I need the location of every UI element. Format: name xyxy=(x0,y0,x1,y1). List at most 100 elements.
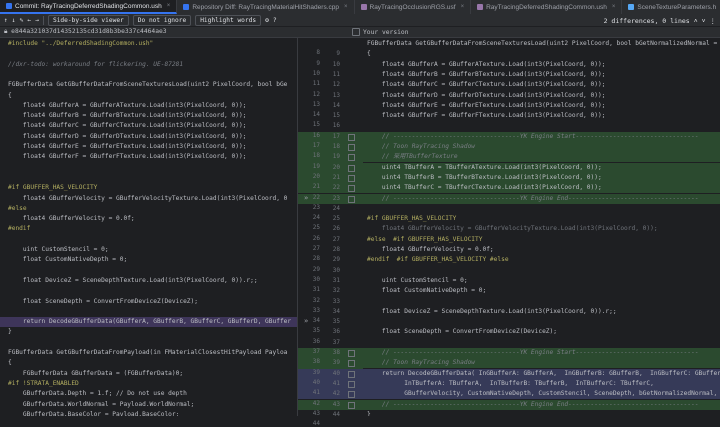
code-text: { xyxy=(8,359,12,367)
right-line-number: 31 xyxy=(332,276,340,284)
left-line-number: 27 xyxy=(312,245,320,252)
code-text: { xyxy=(8,91,12,99)
viewer-dropdown[interactable]: Side-by-side viewer xyxy=(47,14,129,26)
tab-0[interactable]: Commit: RayTracingDeferredShadingCommon.… xyxy=(0,0,178,14)
accept-change-checkbox[interactable] xyxy=(348,164,355,172)
code-line: float4 GBufferVelocity = GBufferVelocity… xyxy=(363,224,720,234)
code-text: FGBufferData GetGBufferDataFromPayload(i… xyxy=(8,349,288,356)
code-line: float4 GBufferA = GBufferATexture.Load(i… xyxy=(363,60,720,70)
accept-change-checkbox[interactable] xyxy=(348,391,355,399)
accept-checkbox[interactable] xyxy=(352,28,360,36)
code-line: float4 GBufferD = GBufferDTexture.Load(i… xyxy=(0,132,297,142)
right-code-pane[interactable]: FGBufferData GetGBufferDataFromSceneText… xyxy=(363,38,720,416)
code-text: float4 GBufferC = GBufferCTexture.Load(i… xyxy=(8,122,247,130)
accept-change-checkbox[interactable] xyxy=(348,350,355,357)
tab-label: Repository Diff: RayTracingMaterialHitSh… xyxy=(192,3,339,11)
chevron-up-icon[interactable]: ˄ xyxy=(694,17,698,25)
code-line: float CustomNativeDepth = 0; xyxy=(0,255,297,265)
edit-icon[interactable]: ✎ xyxy=(20,17,24,24)
accept-change-checkbox[interactable] xyxy=(348,360,355,368)
left-line-number: 8 xyxy=(316,49,320,57)
left-revision-hash: 🔒︎ e844a321037d14352135cd31d8b3be337c446… xyxy=(4,28,167,35)
up-arrow-icon[interactable]: ↑ xyxy=(4,17,8,24)
right-line-number: 12 xyxy=(332,81,340,89)
code-line: #endif xyxy=(0,224,297,234)
code-line: // Toon RayTracing Shadow xyxy=(363,358,720,369)
right-line-number: 10 xyxy=(332,60,340,68)
help-icon[interactable]: ? xyxy=(273,17,277,24)
tab-1[interactable]: Repository Diff: RayTracingMaterialHitSh… xyxy=(177,0,355,14)
accept-change-checkbox[interactable] xyxy=(348,380,355,388)
code-line: float SceneDepth = ConvertFromDeviceZ(De… xyxy=(363,327,720,337)
code-text: GBufferVelocity, CustomNativeDepth, Cust… xyxy=(367,390,720,398)
down-arrow-icon[interactable]: ↓ xyxy=(12,17,16,24)
left-line-number: 9 xyxy=(316,59,320,67)
accept-change-checkbox[interactable] xyxy=(348,370,355,378)
code-text: #else xyxy=(8,204,27,212)
tab-label: RayTracingOcclusionRGS.usf xyxy=(369,3,456,11)
code-text: float4 GBufferA = GBufferATexture.Load(i… xyxy=(367,60,606,68)
right-line-number: 17 xyxy=(332,132,340,140)
left-line-number: 20 xyxy=(312,172,320,180)
code-line: uint4 TBufferB = TBufferBTexture.Load(in… xyxy=(363,172,720,183)
code-text: #if !STRATA_ENABLED xyxy=(8,379,79,387)
apply-change-arrow-icon[interactable]: » xyxy=(304,317,308,325)
code-text: // Toon RayTracing Shadow xyxy=(367,359,476,367)
tab-3[interactable]: RayTracingDeferredShadingCommon.ush × xyxy=(471,0,623,14)
code-line: FGBufferData GetGBufferDataFromSceneText… xyxy=(363,39,720,49)
left-code-pane[interactable]: #include "../DeferredShadingCommon.ush" /… xyxy=(0,38,297,416)
forward-arrow-icon[interactable]: → xyxy=(35,17,39,24)
close-icon[interactable]: × xyxy=(344,4,348,10)
diff-gutter: 8 9 10 11 12 13 14 15 16 17 18 19 20 21 22 23 24 25 26 27 28… xyxy=(297,38,364,427)
code-text: float4 GBufferF = GBufferFTexture.Load(i… xyxy=(8,153,247,161)
close-icon[interactable]: × xyxy=(461,4,465,10)
accept-change-checkbox[interactable] xyxy=(348,144,355,151)
accept-change-checkbox[interactable] xyxy=(348,401,355,409)
accept-change-checkbox[interactable] xyxy=(348,185,355,193)
tab-2[interactable]: RayTracingOcclusionRGS.usf × xyxy=(355,0,472,14)
chevron-down-icon[interactable]: ˅ xyxy=(702,17,706,25)
right-line-number: 25 xyxy=(332,215,340,223)
accept-change-checkbox[interactable] xyxy=(348,195,355,203)
code-text: uint4 TBufferB = TBufferBTexture.Load(in… xyxy=(367,173,602,181)
code-line: GBufferData.Depth = 1.f; // Do not use d… xyxy=(0,389,297,399)
back-arrow-icon[interactable]: ← xyxy=(27,17,31,24)
code-line: { xyxy=(0,91,297,101)
accept-change-checkbox[interactable] xyxy=(348,174,355,182)
code-text: float SceneDepth = ConvertFromDeviceZ(De… xyxy=(367,328,557,336)
settings-gear-icon[interactable]: ⚙ xyxy=(265,17,269,24)
highlight-dropdown[interactable]: Highlight words xyxy=(195,14,262,26)
code-text: // Toon RayTracing Shadow xyxy=(367,143,476,150)
right-line-number: 19 xyxy=(332,153,340,161)
apply-change-arrow-icon[interactable]: » xyxy=(304,194,308,202)
right-line-number: 37 xyxy=(332,338,340,346)
accept-change-checkbox[interactable] xyxy=(348,154,355,162)
tab-4[interactable]: SceneTextureParameters.h× xyxy=(622,0,720,14)
left-line-number: 38 xyxy=(312,358,320,366)
right-line-number: 32 xyxy=(332,287,340,295)
tab-label: RayTracingDeferredShadingCommon.ush xyxy=(486,3,607,11)
code-text: // ----------------------------------YK … xyxy=(367,349,699,356)
whitespace-dropdown[interactable]: Do not ignore xyxy=(132,14,192,26)
accept-change-checkbox[interactable] xyxy=(348,133,355,141)
more-icon[interactable]: ⋮ xyxy=(710,17,717,25)
file-icon xyxy=(360,4,367,10)
code-line: float4 GBufferC = GBufferCTexture.Load(i… xyxy=(363,80,720,90)
left-line-number: 24 xyxy=(312,214,320,222)
left-line-number: 21 xyxy=(312,183,320,191)
close-icon[interactable]: × xyxy=(167,3,171,9)
code-line: #else #if GBUFFER_HAS_VELOCITY xyxy=(363,235,720,245)
right-line-number: 30 xyxy=(332,266,340,274)
close-icon[interactable]: × xyxy=(612,4,616,10)
code-line: float DeviceZ = SceneDepthTexture.Load(i… xyxy=(363,307,720,317)
right-line-number: 28 xyxy=(332,246,340,253)
right-line-number: 43 xyxy=(332,400,340,408)
right-revision-label: Your version xyxy=(352,28,409,36)
code-line: float4 GBufferVelocity = 0.0f; xyxy=(363,245,720,255)
